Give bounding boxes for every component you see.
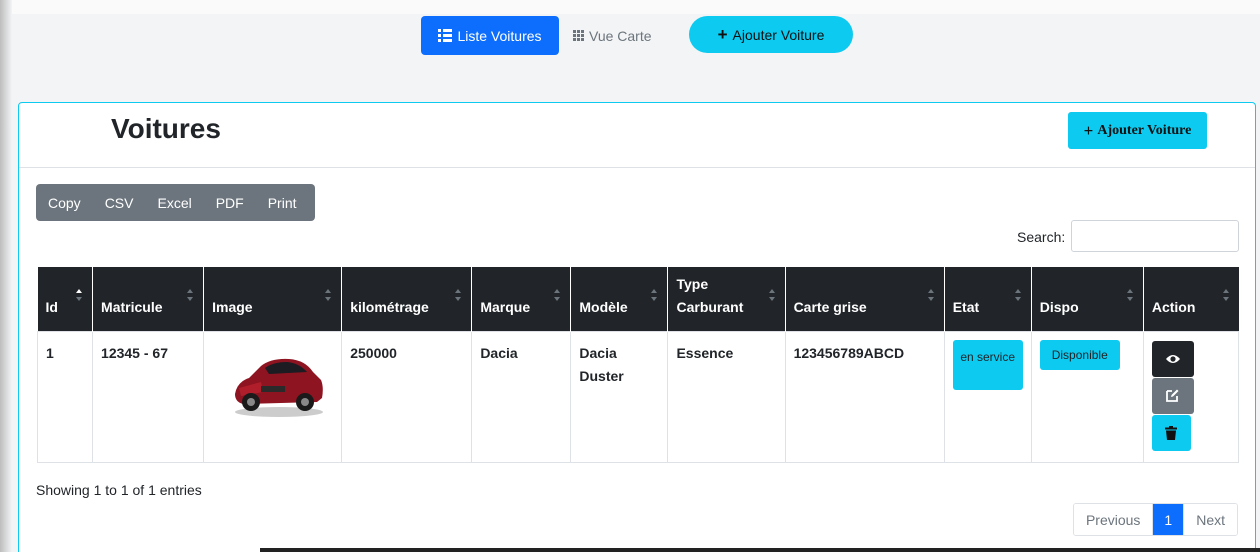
cars-card: Voitures + Ajouter Voiture Copy CSV Exce…	[18, 102, 1256, 552]
table-header-row: Id Matricule Image kilométrage Marque Mo…	[37, 267, 1239, 331]
add-car-button-top[interactable]: + Ajouter Voiture	[689, 16, 853, 53]
plus-icon: +	[717, 25, 728, 44]
card-view-label: Vue Carte	[589, 27, 652, 44]
trash-icon	[1165, 425, 1178, 440]
list-view-label: Liste Voitures	[457, 27, 542, 44]
top-strip	[0, 0, 1260, 14]
column-header[interactable]: Dispo	[1031, 267, 1144, 331]
grid-icon	[573, 30, 584, 41]
sort-icon	[187, 289, 194, 301]
column-header[interactable]: Carte grise	[785, 267, 945, 331]
column-header[interactable]: Id	[37, 267, 94, 331]
table-row: 1 12345 - 67 250000 Dacia Dacia Duster E…	[36, 330, 1240, 463]
availability-badge: Disponible	[1039, 339, 1120, 370]
card-view-button[interactable]: Vue Carte	[573, 16, 663, 55]
cell-matricule: 12345 - 67	[92, 330, 205, 463]
previous-page-button[interactable]: Previous	[1073, 504, 1154, 535]
column-header[interactable]: kilométrage	[341, 267, 473, 331]
plus-icon: +	[1083, 121, 1094, 140]
page-button[interactable]: 1	[1153, 504, 1185, 535]
sort-icon	[76, 289, 83, 301]
cell-carte-grise: 123456789ABCD	[784, 330, 945, 463]
delete-button[interactable]	[1151, 414, 1191, 451]
add-car-label-top: Ajouter Voiture	[732, 26, 825, 43]
print-button[interactable]: Print	[256, 184, 309, 221]
export-buttons: Copy CSV Excel PDF Print	[36, 184, 315, 221]
pdf-button[interactable]: PDF	[204, 184, 256, 221]
eye-icon	[1165, 354, 1180, 363]
next-page-button[interactable]: Next	[1184, 504, 1237, 535]
cell-action	[1142, 330, 1240, 463]
page-title: Voitures	[111, 113, 221, 144]
search-label: Search:	[1017, 229, 1066, 245]
cars-table: Id Matricule Image kilométrage Marque Mo…	[36, 267, 1240, 463]
cell-dispo: Disponible	[1030, 330, 1144, 463]
cell-id: 1	[36, 330, 94, 463]
left-edge-shadow	[0, 0, 12, 552]
cell-etat: en service	[943, 330, 1032, 463]
cell-marque: Dacia	[471, 330, 572, 463]
edit-button[interactable]	[1151, 377, 1194, 414]
column-header[interactable]: Modèle	[570, 267, 669, 331]
list-view-button[interactable]: Liste Voitures	[421, 16, 559, 55]
cell-image	[203, 330, 343, 463]
sort-icon	[1014, 289, 1021, 301]
column-header[interactable]: Type Carburant	[667, 267, 786, 331]
copy-button[interactable]: Copy	[36, 184, 93, 221]
cell-kilometrage: 250000	[341, 330, 473, 463]
search-input[interactable]	[1071, 220, 1239, 252]
sort-icon	[1126, 289, 1133, 301]
car-image	[235, 358, 324, 417]
cell-modele: Dacia Duster	[570, 330, 669, 463]
sort-icon	[651, 289, 658, 301]
column-header[interactable]: Matricule	[92, 267, 205, 331]
column-header[interactable]: Etat	[944, 267, 1032, 331]
list-icon	[438, 29, 452, 42]
sort-icon	[455, 289, 462, 301]
status-badge: en service	[952, 339, 1023, 390]
add-car-label: Ajouter Voiture	[1097, 122, 1192, 138]
sort-icon	[927, 289, 934, 301]
card-header: Voitures + Ajouter Voiture	[19, 103, 1255, 168]
excel-button[interactable]: Excel	[145, 184, 203, 221]
sort-icon	[1222, 289, 1229, 301]
edit-icon	[1166, 389, 1179, 402]
add-car-button[interactable]: + Ajouter Voiture	[1068, 112, 1207, 149]
column-header[interactable]: Action	[1143, 267, 1239, 331]
view-button[interactable]	[1151, 340, 1194, 377]
sort-icon	[554, 289, 561, 301]
sort-icon	[325, 289, 332, 301]
column-header[interactable]: Marque	[471, 267, 572, 331]
sort-icon	[768, 289, 775, 301]
table-info: Showing 1 to 1 of 1 entries	[36, 482, 202, 498]
bottom-edge	[260, 548, 1260, 552]
pagination: Previous 1 Next	[1072, 503, 1238, 536]
cell-carburant: Essence	[667, 330, 786, 463]
column-header[interactable]: Image	[203, 267, 343, 331]
csv-button[interactable]: CSV	[93, 184, 146, 221]
